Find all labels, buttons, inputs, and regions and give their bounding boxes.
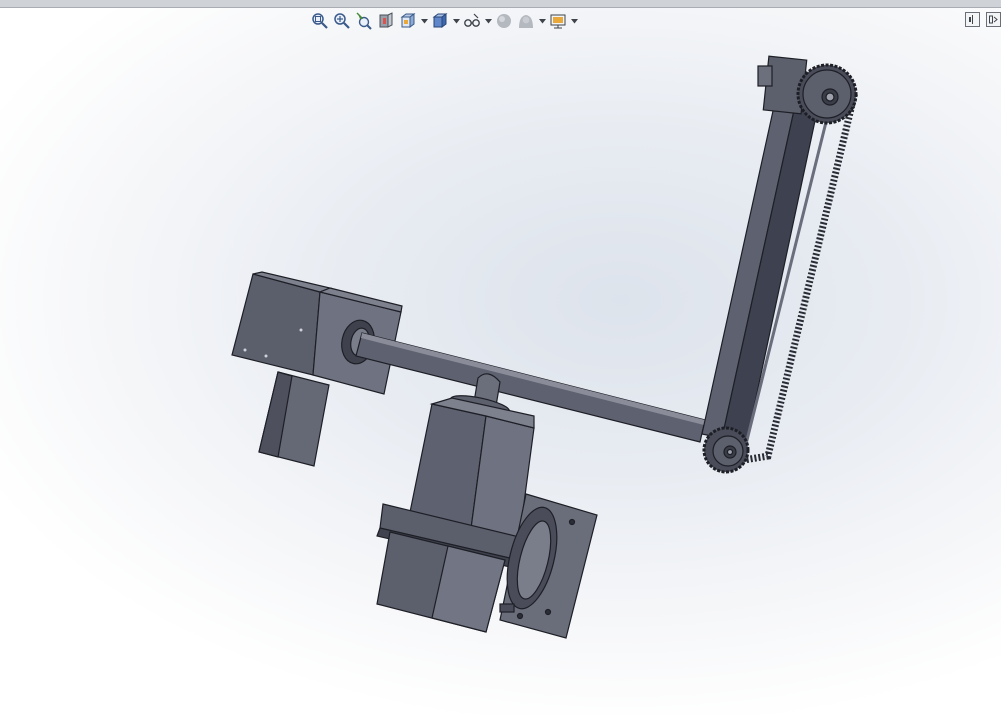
belt-arm[interactable]	[701, 69, 859, 464]
graphics-area[interactable]	[0, 0, 1001, 715]
gearbox-block[interactable]	[231, 271, 403, 467]
cad-assembly-model[interactable]	[0, 0, 1001, 715]
motor-assembly[interactable]	[376, 373, 598, 639]
bottom-sprocket[interactable]	[702, 426, 750, 474]
